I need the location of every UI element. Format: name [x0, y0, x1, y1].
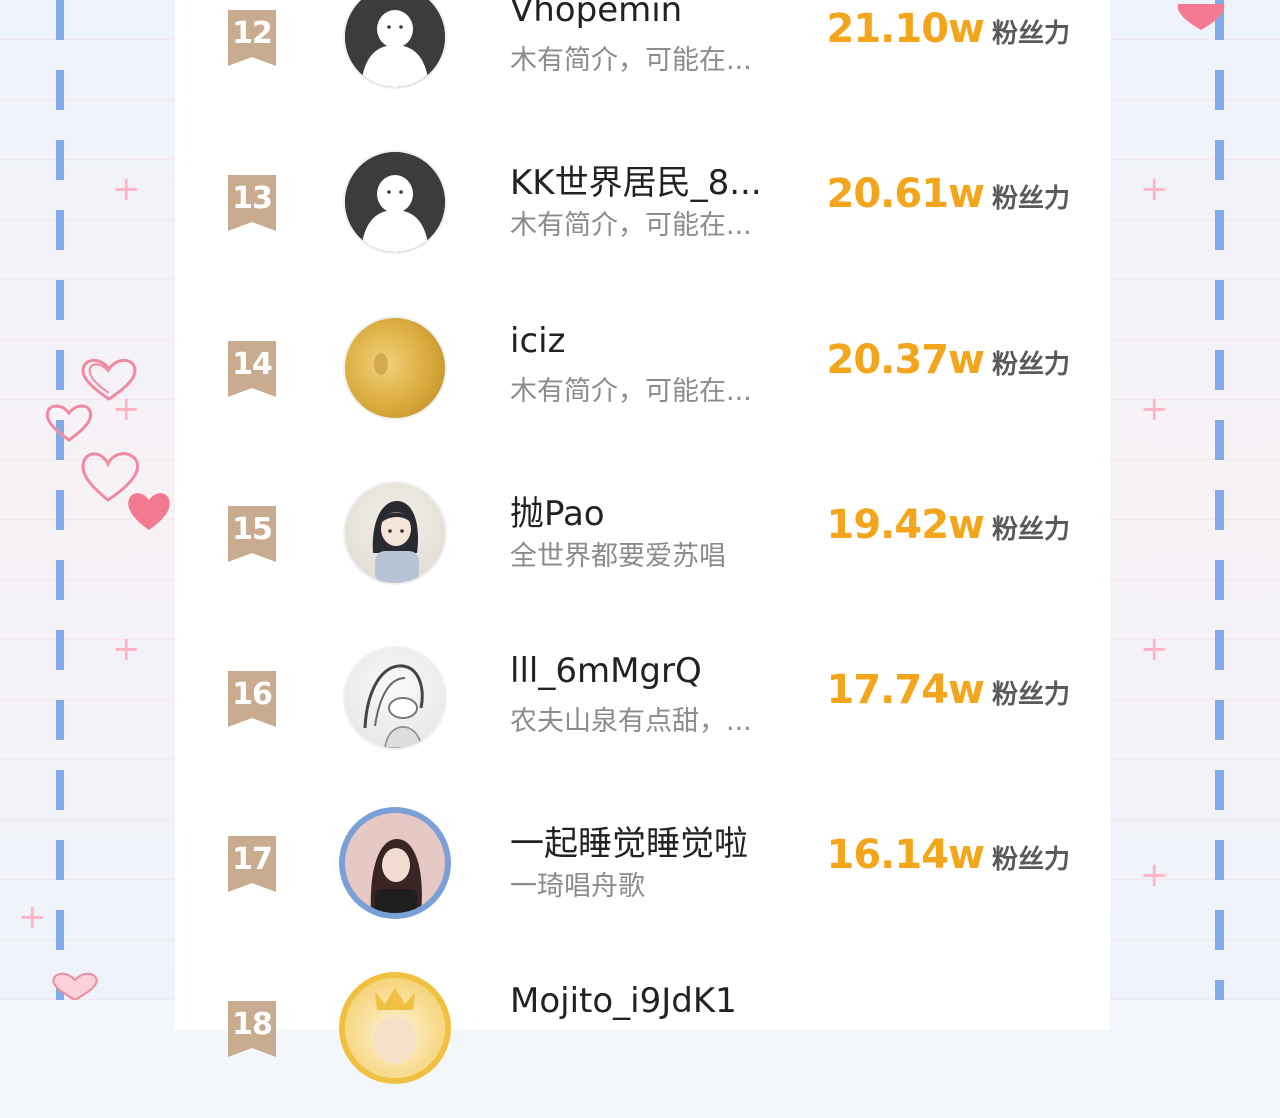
background-right-decoration [1110, 0, 1280, 1000]
ranking-row[interactable]: 12 Vhopemin 木有简介，可能在... 21.10w 粉丝力 [175, 0, 1110, 127]
fan-power-unit: 粉丝力 [991, 845, 1070, 875]
fan-power-score: 20.61w 粉丝力 [827, 171, 1071, 217]
rank-badge: 17 [228, 836, 276, 892]
photo-avatar-icon[interactable] [345, 813, 445, 913]
default-avatar-icon[interactable] [345, 152, 445, 252]
rank-badge: 16 [228, 671, 276, 727]
user-name: 一起睡觉睡觉啦 [510, 824, 748, 864]
crown-avatar-icon[interactable] [345, 978, 445, 1078]
fan-power-score: 21.10w 粉丝力 [827, 6, 1071, 52]
sparkle-icon: + [112, 629, 141, 669]
fan-power-unit: 粉丝力 [991, 184, 1070, 214]
fan-power-unit: 粉丝力 [991, 680, 1070, 710]
sketch-avatar-icon[interactable] [345, 648, 445, 748]
user-name: Mojito_i9JdK1 [510, 981, 737, 1021]
fan-power-value: 17.74w [826, 667, 985, 713]
sparkle-icon: + [1140, 389, 1169, 429]
fan-power-value: 20.37w [826, 337, 985, 383]
fan-power-score: 16.14w 粉丝力 [827, 832, 1071, 878]
rank-badge: 14 [228, 341, 276, 397]
fan-ranking-list: 12 Vhopemin 木有简介，可能在... 21.10w 粉丝力 13 KK… [175, 0, 1110, 1078]
sparkle-icon: + [1140, 629, 1169, 669]
ranking-row[interactable]: 14 iciz 木有简介，可能在... 20.37w 粉丝力 [175, 293, 1110, 458]
fan-power-value: 19.42w [826, 502, 985, 548]
fan-power-score: 20.37w 粉丝力 [827, 337, 1071, 383]
fan-power-score: 17.74w 粉丝力 [827, 667, 1071, 713]
user-name: 抛Pao [510, 494, 605, 534]
user-name: iciz [510, 321, 566, 361]
outline-heart-icon [45, 404, 93, 442]
default-avatar-icon[interactable] [345, 0, 445, 87]
dashed-line-left [56, 0, 64, 1000]
user-name: KK世界居民_8... [510, 163, 762, 203]
anime-avatar-icon[interactable] [345, 483, 445, 583]
rank-badge: 15 [228, 506, 276, 562]
outline-heart-icon [52, 972, 98, 1000]
fan-power-value: 16.14w [826, 832, 985, 878]
sparkle-icon: + [18, 897, 47, 937]
fan-power-unit: 粉丝力 [991, 19, 1070, 49]
user-bio: 农夫山泉有点甜，... [510, 706, 752, 737]
ranking-row[interactable]: 15 抛Pao 全世界都要爱苏唱 19.42w 粉丝力 [175, 458, 1110, 623]
fan-power-value: 20.61w [826, 171, 985, 217]
fan-power-score: 19.42w 粉丝力 [827, 502, 1071, 548]
rank-badge: 18 [228, 1001, 276, 1057]
user-bio: 木有简介，可能在... [510, 45, 752, 76]
pink-heart-icon [1177, 4, 1225, 30]
user-bio: 木有简介，可能在... [510, 210, 752, 241]
ranking-row[interactable]: 13 KK世界居民_8... 木有简介，可能在... 20.61w 粉丝力 [175, 127, 1110, 292]
user-bio: 全世界都要爱苏唱 [510, 541, 726, 572]
fan-power-unit: 粉丝力 [991, 350, 1070, 380]
pink-heart-icon [128, 493, 170, 530]
ranking-row[interactable]: 17 一起睡觉睡觉啦 一琦唱舟歌 16.14w 粉丝力 [175, 788, 1110, 953]
sparkle-icon: + [1140, 855, 1169, 895]
ranking-row[interactable]: 18 Mojito_i9JdK1 [175, 953, 1110, 1118]
outline-heart-icon [81, 358, 137, 401]
user-bio: 木有简介，可能在... [510, 376, 752, 407]
user-name: lll_6mMgrQ [510, 651, 702, 691]
user-name: Vhopemin [510, 0, 683, 30]
photo-avatar-icon[interactable] [345, 318, 445, 418]
rank-badge: 12 [228, 10, 276, 66]
sparkle-icon: + [112, 169, 141, 209]
dashed-line-right [1215, 0, 1224, 1000]
rank-badge: 13 [228, 175, 276, 231]
sparkle-icon: + [1140, 169, 1169, 209]
fan-power-unit: 粉丝力 [991, 515, 1070, 545]
fan-power-value: 21.10w [826, 6, 985, 52]
user-bio: 一琦唱舟歌 [510, 871, 645, 902]
ranking-row[interactable]: 16 lll_6mMgrQ 农夫山泉有点甜，... 17.74w 粉丝力 [175, 623, 1110, 788]
